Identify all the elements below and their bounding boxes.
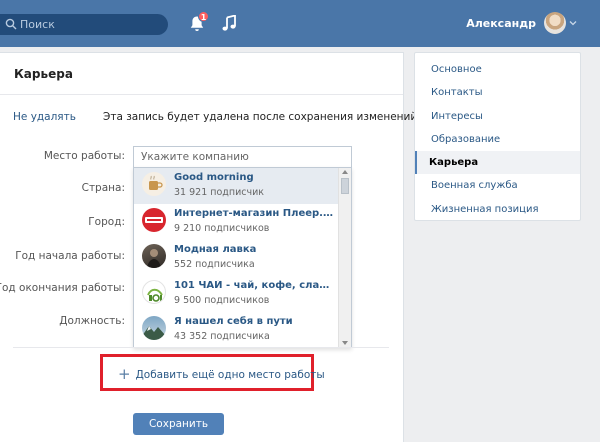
suggestion-name: 101 ЧАЙ - чай, кофе, сладости и ч... <box>174 280 336 291</box>
start-year-label: Год начала работы: <box>15 250 125 262</box>
suggestion-subscribers: 43 352 подписчика <box>174 331 270 342</box>
position-label: Должность: <box>59 315 125 327</box>
country-label: Страна: <box>81 182 125 194</box>
scroll-up-arrow-icon[interactable] <box>342 170 348 174</box>
add-work-label: Добавить ещё одно место работы <box>135 369 325 381</box>
suggestion-name: Я нашел себя в пути <box>174 316 293 327</box>
end-year-label: Год окончания работы: <box>0 282 125 294</box>
top-bar: 1 Александр <box>0 0 600 47</box>
fashion-photo-icon <box>142 244 166 268</box>
city-label: Город: <box>88 216 125 228</box>
101-tea-logo-icon <box>142 280 166 304</box>
scrollbar-thumb[interactable] <box>341 178 349 194</box>
mountain-photo-icon <box>142 316 166 340</box>
suggestion-item[interactable]: Good morning 31 921 подписчик <box>134 168 338 204</box>
suggestion-subscribers: 9 500 подписчиков <box>174 295 270 306</box>
sidebar-item-military[interactable]: Военная служба <box>415 174 580 197</box>
settings-sidebar: Основное Контакты Интересы Образование К… <box>414 52 581 221</box>
company-input[interactable] <box>133 146 352 168</box>
suggestion-subscribers: 9 210 подписчиков <box>174 223 270 234</box>
add-work-highlight: + Добавить ещё одно место работы <box>100 354 325 391</box>
suggestion-name: Good morning <box>174 172 254 183</box>
sidebar-item-life-position[interactable]: Жизненная позиция <box>415 198 580 221</box>
suggestion-name: Модная лавка <box>174 244 257 255</box>
divider <box>13 347 389 348</box>
search-box[interactable] <box>0 14 168 35</box>
career-panel: Карьера Не удалять Эта запись будет удал… <box>0 52 421 442</box>
suggestion-item[interactable]: Интернет-магазин Плеер.ру 9 210 подписчи… <box>134 204 338 240</box>
sidebar-item-contacts[interactable]: Контакты <box>415 81 580 104</box>
suggestion-item[interactable]: Я нашел себя в пути 43 352 подписчика <box>134 312 338 347</box>
pleer-logo-icon <box>142 208 166 232</box>
sidebar-item-education[interactable]: Образование <box>415 128 580 151</box>
suggestion-item[interactable]: Модная лавка 552 подписчика <box>134 240 338 276</box>
deletion-message: Эта запись будет удалена после сохранени… <box>103 111 421 123</box>
sidebar-item-interests[interactable]: Интересы <box>415 105 580 128</box>
save-button[interactable]: Сохранить <box>133 413 224 435</box>
suggestion-item[interactable]: 101 ЧАЙ - чай, кофе, сладости и ч... 9 5… <box>134 276 338 312</box>
search-input[interactable] <box>20 16 160 33</box>
sidebar-item-basic[interactable]: Основное <box>415 58 580 81</box>
plus-icon: + <box>118 365 131 383</box>
scroll-down-arrow-icon[interactable] <box>342 341 348 345</box>
add-work-button[interactable]: + Добавить ещё одно место работы <box>118 365 325 383</box>
user-avatar[interactable] <box>544 12 566 34</box>
search-icon <box>5 18 17 30</box>
sidebar-item-career[interactable]: Карьера <box>415 151 580 175</box>
page-title: Карьера <box>0 53 403 95</box>
workplace-label: Место работы: <box>43 150 125 162</box>
coffee-cup-icon <box>142 172 166 196</box>
suggestion-subscribers: 552 подписчика <box>174 259 255 270</box>
music-note-icon[interactable] <box>222 15 236 31</box>
dropdown-scrollbar[interactable] <box>338 168 351 347</box>
undo-delete-link[interactable]: Не удалять <box>13 111 76 123</box>
user-name[interactable]: Александр <box>466 17 536 30</box>
suggestion-subscribers: 31 921 подписчик <box>174 187 264 198</box>
company-suggestions-dropdown: Good morning 31 921 подписчик Интернет-м… <box>133 167 352 348</box>
chevron-down-icon[interactable] <box>569 19 577 27</box>
notification-badge: 1 <box>198 11 209 22</box>
deletion-notice: Не удалять Эта запись будет удалена посл… <box>13 111 421 123</box>
suggestion-name: Интернет-магазин Плеер.ру <box>174 208 336 219</box>
